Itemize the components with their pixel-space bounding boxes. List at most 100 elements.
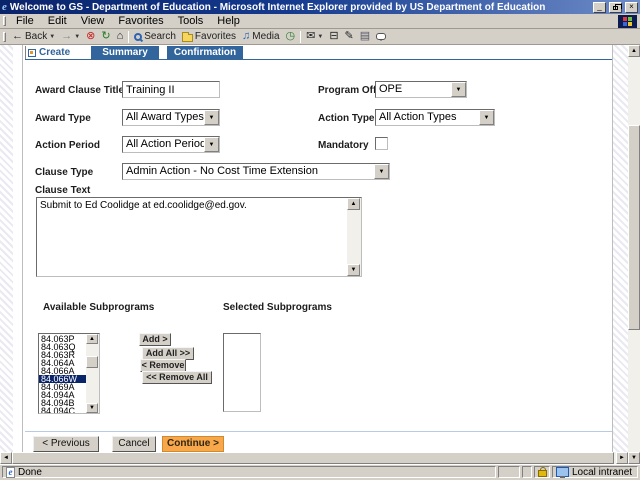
action-type-value: All Action Types — [379, 111, 457, 123]
cancel-button[interactable]: Cancel — [112, 436, 156, 452]
intranet-zone-icon — [556, 467, 569, 478]
toolbar-grip[interactable] — [3, 31, 6, 42]
scroll-down-icon[interactable]: ▼ — [86, 403, 98, 413]
chevron-down-icon[interactable]: ▼ — [204, 137, 219, 152]
tab-underline — [25, 59, 612, 60]
discuss-button[interactable]: ▤ — [357, 29, 373, 44]
tab-confirmation-label: Confirmation — [173, 47, 237, 58]
home-button[interactable]: ⌂ — [114, 29, 127, 44]
menu-file[interactable]: File — [9, 15, 41, 27]
toolbar-separator — [128, 30, 130, 43]
award-clause-title-input[interactable] — [122, 81, 220, 98]
scroll-left-icon[interactable]: ◄ — [0, 452, 12, 464]
left-margin-pattern — [0, 45, 13, 452]
clause-type-value: Admin Action - No Cost Time Extension — [126, 165, 318, 177]
continue-button[interactable]: Continue > — [162, 436, 224, 452]
forward-dropdown-icon: ▼ — [74, 33, 81, 40]
stop-button[interactable]: ⊗ — [83, 29, 98, 44]
list-item[interactable]: 84.094C — [39, 407, 86, 414]
clause-text-textarea[interactable]: Submit to Ed Coolidge at ed.coolidge@ed.… — [37, 198, 347, 276]
scroll-up-icon[interactable]: ▲ — [347, 198, 360, 210]
left-border-line — [22, 45, 23, 452]
mail-button[interactable]: ✉ ▼ — [303, 29, 326, 44]
textarea-scrollbar[interactable]: ▲ ▼ — [347, 198, 361, 276]
restore-button[interactable] — [609, 1, 622, 13]
scroll-up-icon[interactable]: ▲ — [86, 334, 98, 344]
scroll-down-icon[interactable]: ▼ — [628, 452, 640, 464]
tab-summary[interactable]: Summary — [91, 46, 159, 59]
scrollbar-thumb[interactable] — [86, 356, 98, 368]
available-subprograms-items: 84.063P 84.063Q 84.063R 84.064A 84.066A 84.06… — [39, 334, 86, 413]
menu-favorites[interactable]: Favorites — [111, 15, 170, 27]
windows-logo-throbber — [618, 14, 637, 28]
listbox-scrollbar[interactable]: ▲ ▼ — [86, 334, 99, 413]
award-type-select[interactable]: All Award Types ▼ — [122, 109, 220, 126]
chevron-down-icon[interactable]: ▼ — [451, 82, 466, 97]
clause-text-area-frame: Submit to Ed Coolidge at ed.coolidge@ed.… — [36, 197, 362, 277]
action-type-select[interactable]: All Action Types ▼ — [375, 109, 495, 126]
scroll-right-icon[interactable]: ► — [616, 452, 628, 464]
add-button[interactable]: Add > — [139, 333, 171, 346]
favorites-folder-icon — [181, 31, 193, 42]
ie-icon: e — [2, 1, 7, 13]
chevron-down-icon[interactable]: ▼ — [479, 110, 494, 125]
tab-create[interactable]: Create — [26, 46, 88, 59]
horizontal-scrollbar[interactable]: ◄ ► — [0, 452, 628, 464]
menu-bar: File Edit View Favorites Tools Help — [0, 14, 640, 29]
remove-all-button[interactable]: << Remove All — [142, 371, 212, 384]
create-tab-icon — [28, 48, 36, 57]
search-button[interactable]: Search — [131, 29, 179, 44]
refresh-button[interactable]: ↻ — [98, 29, 113, 44]
print-button[interactable]: ⊟ — [326, 29, 341, 44]
toolbar: ← Back ▼ → ▼ ⊗ ↻ ⌂ Search Favorites ♫ Me… — [0, 29, 640, 45]
vertical-scrollbar[interactable]: ▲ ▼ — [628, 45, 640, 464]
award-type-value: All Award Types — [126, 111, 204, 123]
messenger-button[interactable] — [373, 29, 389, 44]
scrollbar-thumb[interactable] — [628, 125, 640, 330]
previous-button[interactable]: < Previous — [33, 436, 99, 452]
status-bar: e Done Local intranet — [0, 464, 640, 480]
title-bar: e Welcome to GS - Department of Educatio… — [0, 0, 640, 14]
selected-subprograms-listbox[interactable] — [223, 333, 261, 412]
available-subprograms-listbox[interactable]: 84.063P 84.063Q 84.063R 84.064A 84.066A 84.06… — [38, 333, 100, 414]
favorites-label: Favorites — [194, 31, 237, 42]
award-clause-title-label: Award Clause Title * — [35, 85, 131, 96]
menu-edit[interactable]: Edit — [41, 15, 74, 27]
program-office-select[interactable]: OPE ▼ — [375, 81, 467, 98]
menu-view[interactable]: View — [74, 15, 112, 27]
clause-type-select[interactable]: Admin Action - No Cost Time Extension ▼ — [122, 163, 390, 180]
status-lock-panel — [534, 466, 550, 478]
tab-summary-label: Summary — [102, 47, 148, 58]
favorites-button[interactable]: Favorites — [179, 29, 239, 44]
history-button[interactable]: ◷ — [283, 29, 299, 44]
media-label: Media — [252, 31, 280, 42]
media-button[interactable]: ♫ Media — [239, 29, 283, 44]
scrollbar-thumb[interactable] — [12, 452, 614, 464]
search-icon — [134, 32, 143, 41]
menu-grip[interactable] — [3, 16, 6, 26]
stop-icon: ⊗ — [86, 30, 96, 42]
chevron-down-icon[interactable]: ▼ — [204, 110, 219, 125]
forward-button[interactable]: → ▼ — [58, 29, 83, 44]
back-label: Back — [25, 31, 48, 42]
media-icon: ♫ — [242, 30, 251, 42]
toolbar-separator — [300, 30, 302, 43]
minimize-button[interactable]: _ — [593, 1, 606, 13]
available-subprograms-label: Available Subprograms — [43, 302, 155, 313]
status-message-panel: e Done — [2, 466, 496, 478]
award-type-label: Award Type — [35, 113, 91, 124]
scroll-down-icon[interactable]: ▼ — [347, 264, 360, 276]
discuss-icon: ▤ — [359, 30, 371, 42]
edit-button[interactable]: ✎ — [342, 29, 357, 44]
action-period-select[interactable]: All Action Periods ▼ — [122, 136, 220, 153]
menu-tools[interactable]: Tools — [171, 15, 211, 27]
chevron-down-icon[interactable]: ▼ — [374, 164, 389, 179]
messenger-icon — [376, 33, 387, 41]
back-button[interactable]: ← Back ▼ — [9, 29, 58, 44]
scroll-up-icon[interactable]: ▲ — [628, 45, 640, 57]
menu-help[interactable]: Help — [210, 15, 247, 27]
clause-type-label: Clause Type — [35, 167, 94, 178]
close-button[interactable]: × — [625, 1, 638, 13]
tab-confirmation[interactable]: Confirmation — [167, 46, 243, 59]
mandatory-checkbox[interactable] — [375, 137, 388, 150]
